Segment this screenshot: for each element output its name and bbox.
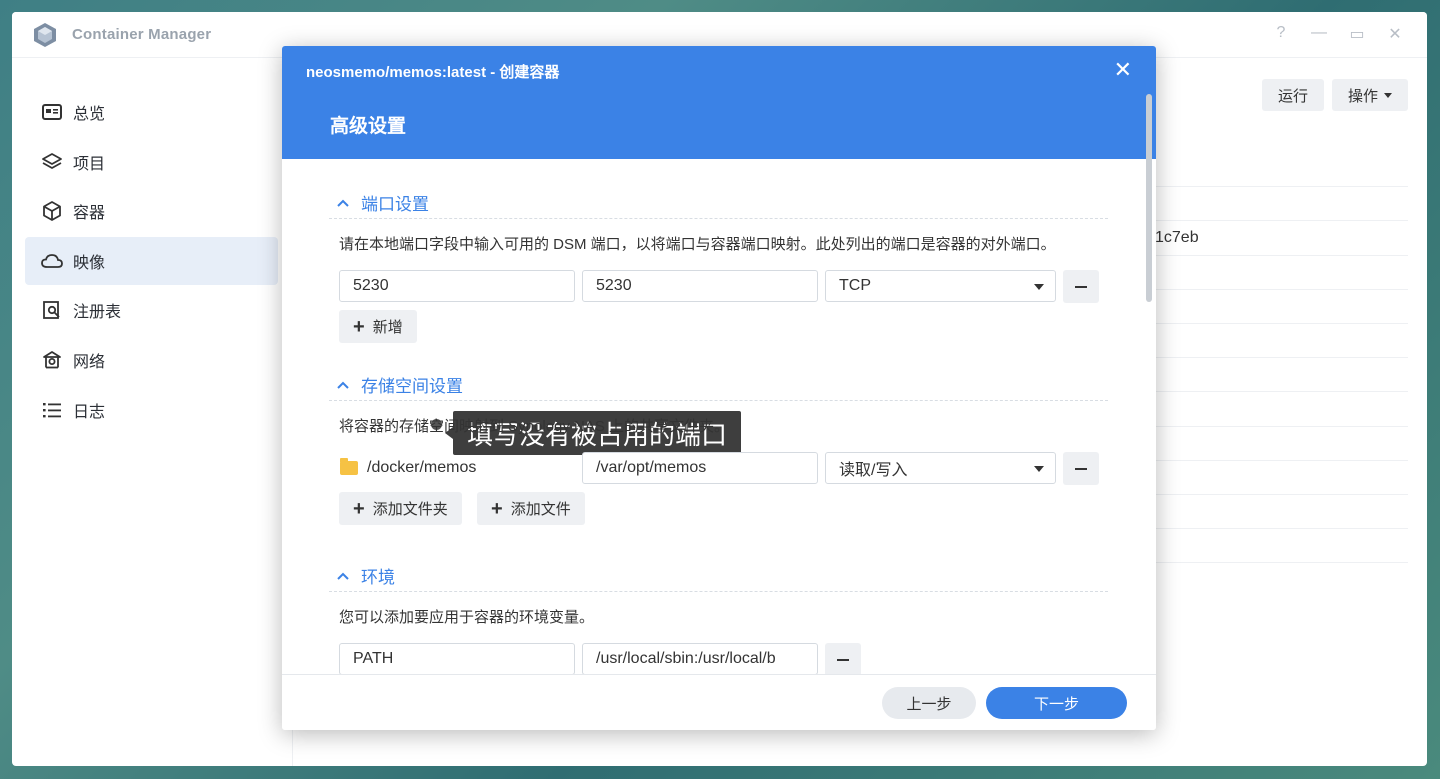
mount-path-input[interactable]: /var/opt/memos [582, 452, 818, 484]
add-folder-button[interactable]: + 添加文件夹 [339, 492, 462, 525]
remove-port-button[interactable] [1063, 270, 1099, 303]
dropdown-caret-icon [1034, 466, 1044, 472]
overview-icon [41, 101, 63, 123]
next-step-button[interactable]: 下一步 [986, 687, 1127, 719]
sidebar-item-label: 总览 [73, 106, 106, 123]
close-window-icon[interactable]: ✕ [1387, 24, 1403, 44]
dialog-header: neosmemo/memos:latest - 创建容器 ✕ 高级设置 [282, 46, 1156, 159]
env-var-name-input[interactable]: PATH [339, 643, 575, 674]
actions-label: 操作 [1347, 87, 1378, 105]
shared-folder-path: /docker/memos [367, 459, 477, 476]
storage-settings-header[interactable]: 存储空间设置 [329, 369, 1108, 401]
image-id-fragment: 1c7eb [1155, 228, 1199, 246]
window-controls: ? — ▭ ✕ [1273, 24, 1403, 44]
storage-settings-heading: 存储空间设置 [361, 377, 463, 396]
main-toolbar: 运行 操作 [1261, 79, 1408, 111]
protocol-value: TCP [839, 277, 871, 294]
help-icon[interactable]: ? [1273, 24, 1289, 44]
run-button[interactable]: 运行 [1261, 79, 1324, 111]
dropdown-caret-icon [1034, 284, 1044, 290]
storage-settings-section: 存储空间设置 将容器的存储空间映射到 Synology NAS 上的共享文件夹。 [329, 369, 1108, 436]
sidebar-item-logs[interactable]: 日志 [25, 386, 278, 434]
actions-dropdown-button[interactable]: 操作 [1331, 79, 1408, 111]
remove-volume-button[interactable] [1063, 452, 1099, 485]
local-port-input[interactable]: 5230 [339, 270, 575, 302]
sidebar-item-label: 容器 [73, 205, 106, 223]
minimize-icon[interactable]: — [1311, 24, 1327, 44]
sidebar: 总览 项目 容器 映像 注册表 网络 日志 [12, 58, 293, 766]
layers-icon [41, 151, 63, 173]
protocol-select[interactable]: TCP [825, 270, 1056, 302]
add-port-button[interactable]: + 新增 [339, 310, 417, 343]
sidebar-item-label: 注册表 [73, 304, 122, 322]
registry-search-icon [41, 299, 63, 321]
add-file-label: 添加文件 [510, 501, 571, 518]
sidebar-item-label: 项目 [73, 155, 106, 173]
port-settings-heading: 端口设置 [361, 195, 429, 214]
sidebar-item-images[interactable]: 映像 [25, 236, 278, 285]
dialog-body: 端口设置 请在本地端口字段中输入可用的 DSM 端口，以将端口与容器端口映射。此… [282, 159, 1144, 674]
maximize-icon[interactable]: ▭ [1349, 24, 1365, 44]
environment-section: 环境 您可以添加要应用于容器的环境变量。 [329, 560, 1108, 627]
sidebar-item-label: 网络 [73, 353, 106, 371]
add-folder-label: 添加文件夹 [372, 501, 448, 518]
remove-env-button[interactable] [825, 643, 861, 674]
dialog-title: neosmemo/memos:latest - 创建容器 [306, 64, 560, 81]
add-file-button[interactable]: + 添加文件 [477, 492, 585, 525]
permission-value: 读取/写入 [839, 462, 908, 479]
sidebar-item-registry[interactable]: 注册表 [25, 286, 278, 334]
close-icon[interactable]: ✕ [1114, 57, 1132, 83]
chevron-up-icon [337, 570, 349, 582]
add-port-label: 新增 [372, 319, 403, 336]
network-icon [41, 349, 63, 371]
sidebar-item-overview[interactable]: 总览 [25, 88, 278, 136]
environment-header[interactable]: 环境 [329, 560, 1108, 592]
dialog-footer: 上一步 下一步 [282, 674, 1156, 730]
dialog-subtitle: 高级设置 [330, 116, 407, 137]
previous-step-button[interactable]: 上一步 [882, 687, 976, 719]
cube-icon [41, 200, 63, 222]
chevron-up-icon [337, 197, 349, 209]
cloud-icon [41, 250, 63, 272]
folder-icon [340, 458, 358, 475]
port-settings-section: 端口设置 请在本地端口字段中输入可用的 DSM 端口，以将端口与容器端口映射。此… [329, 187, 1108, 254]
plus-icon: + [353, 315, 365, 338]
permission-select[interactable]: 读取/写入 [825, 452, 1056, 484]
port-settings-header[interactable]: 端口设置 [329, 187, 1108, 219]
dialog-scrollbar[interactable] [1146, 94, 1152, 302]
plus-icon: + [491, 497, 503, 520]
sidebar-item-projects[interactable]: 项目 [25, 138, 278, 186]
chevron-up-icon [337, 379, 349, 391]
port-settings-description: 请在本地端口字段中输入可用的 DSM 端口，以将端口与容器端口映射。此处列出的端… [339, 236, 1056, 253]
sidebar-item-label: 日志 [73, 403, 106, 421]
environment-heading: 环境 [361, 568, 395, 587]
chevron-down-icon [1384, 92, 1392, 98]
create-container-dialog: neosmemo/memos:latest - 创建容器 ✕ 高级设置 端口设置… [282, 46, 1156, 730]
container-port-input[interactable]: 5230 [582, 270, 818, 302]
app-title: Container Manager [72, 26, 212, 43]
storage-settings-description: 将容器的存储空间映射到 Synology NAS 上的共享文件夹。 [339, 418, 730, 435]
shared-folder-cell: /docker/memos [340, 452, 476, 484]
environment-description: 您可以添加要应用于容器的环境变量。 [339, 609, 595, 626]
env-var-value-input[interactable]: /usr/local/sbin:/usr/local/b [582, 643, 818, 674]
sidebar-item-containers[interactable]: 容器 [25, 187, 278, 235]
list-icon [41, 399, 63, 421]
sidebar-item-label: 映像 [73, 254, 106, 272]
plus-icon: + [353, 497, 365, 520]
sidebar-item-network[interactable]: 网络 [25, 336, 278, 384]
container-manager-logo-icon [34, 22, 56, 47]
